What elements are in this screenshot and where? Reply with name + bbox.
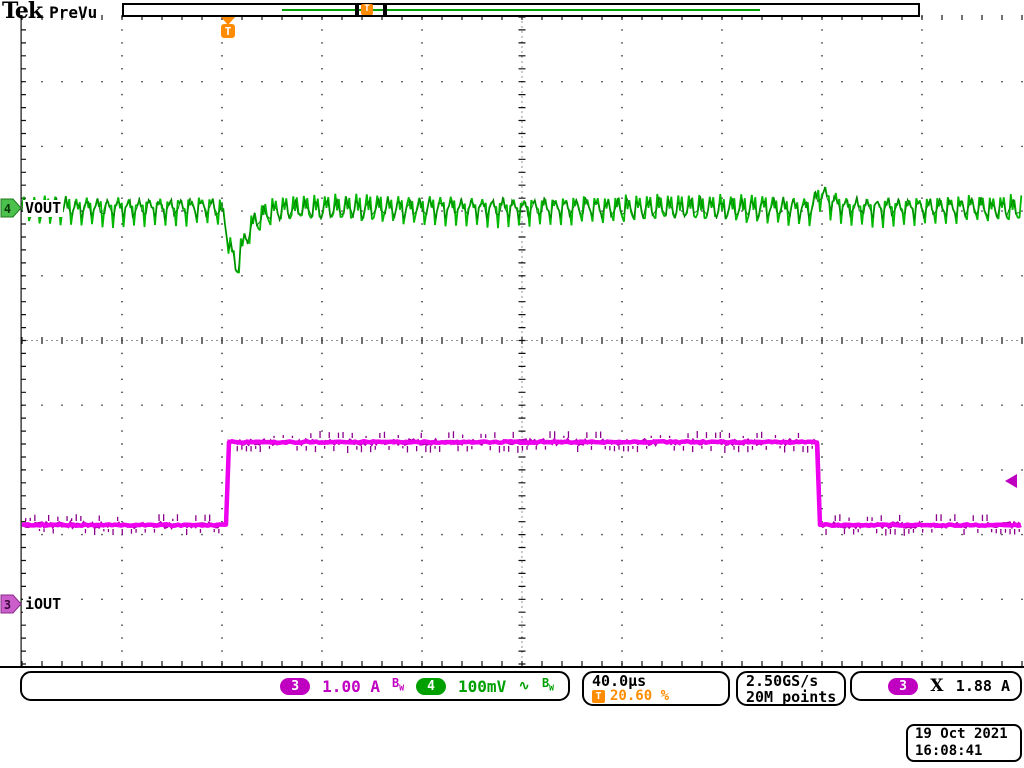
trigger-source-badge[interactable]: 3 <box>888 678 918 695</box>
window-bracket-right <box>383 5 387 15</box>
ch4-bandwidth-icon: BW <box>542 677 554 694</box>
readout-separator <box>0 666 1024 668</box>
time-value: 16:08:41 <box>915 743 982 760</box>
acquisition-readout[interactable]: 2.50GS/s 20M points <box>736 671 846 706</box>
acquisition-mode: PreVu <box>49 3 97 22</box>
iout-trace-band <box>22 439 1021 528</box>
ch4-scale: 100mV <box>458 677 506 696</box>
trigger-position-bar-icon: T <box>361 4 373 15</box>
trigger-slope-icon: X <box>930 676 943 696</box>
iout-trace-noise <box>25 431 1020 536</box>
ch3-badge[interactable]: 3 <box>280 678 310 695</box>
trigger-t-icon: T <box>592 690 605 703</box>
window-bracket-left <box>355 5 359 15</box>
ch4-badge[interactable]: 4 <box>416 678 446 695</box>
ch4-waveform-label: VOUT <box>23 200 63 217</box>
iout-trace <box>22 441 1021 526</box>
acquisition-preview-bar[interactable]: T <box>122 3 920 17</box>
ch3-position-marker-number: 3 <box>4 598 11 612</box>
trigger-readout[interactable]: 3 X 1.88 A <box>850 671 1022 701</box>
timebase-value: 40.0µs <box>592 673 646 689</box>
trigger-position-row: T 20.60 % <box>592 689 669 704</box>
date-value: 19 Oct 2021 <box>915 726 1008 743</box>
trigger-level-value: 1.88 A <box>956 677 1010 695</box>
trigger-level-arrow[interactable] <box>1005 474 1017 488</box>
record-extent-line <box>282 9 760 11</box>
ch4-position-marker-number: 4 <box>4 202 11 216</box>
sample-rate-value: 2.50GS/s <box>746 673 818 689</box>
logo: Tek PreVu <box>2 0 97 24</box>
record-length-value: 20M points <box>746 689 836 705</box>
trigger-position-letter: T <box>225 25 232 38</box>
scope-display: T 4 3 <box>0 0 1024 768</box>
ch3-waveform-label: iOUT <box>23 596 63 613</box>
ch3-bandwidth-icon: BW <box>392 677 404 694</box>
ch4-coupling-icon: ∿ <box>518 678 530 694</box>
datetime-box: 19 Oct 2021 16:08:41 <box>906 724 1022 762</box>
trigger-position-marker[interactable] <box>220 16 236 25</box>
trigger-position-value: 20.60 % <box>610 689 669 704</box>
vout-trace-shade <box>22 187 1020 271</box>
ch3-scale: 1.00 A <box>322 677 380 696</box>
vertical-scale-readout[interactable]: 3 1.00 A BW 4 100mV ∿ BW <box>20 671 570 701</box>
horizontal-readout[interactable]: 40.0µs T 20.60 % <box>582 671 730 706</box>
brand-logo: Tek <box>2 0 42 24</box>
